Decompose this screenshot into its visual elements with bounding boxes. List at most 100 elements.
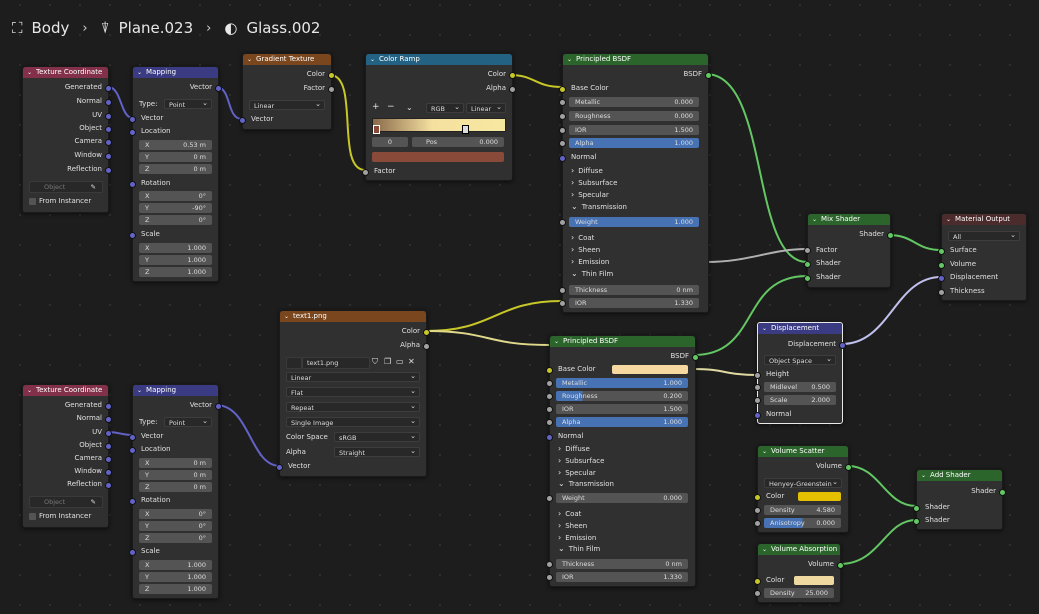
socket[interactable] bbox=[105, 416, 112, 423]
collapse-icon[interactable]: ⌄ bbox=[762, 446, 767, 457]
location-x[interactable]: X 0 m bbox=[139, 458, 212, 468]
checkbox-icon[interactable] bbox=[29, 197, 36, 205]
node-header[interactable]: ⌄ Texture Coordinate bbox=[23, 385, 108, 396]
node-texture-coordinate-2[interactable]: ⌄ Texture Coordinate Generated Normal UV … bbox=[22, 384, 112, 528]
socket[interactable] bbox=[509, 86, 516, 93]
open-folder-icon[interactable]: ▭ bbox=[396, 356, 404, 367]
socket[interactable] bbox=[105, 167, 112, 174]
panel-transmission[interactable]: Transmission bbox=[558, 478, 614, 489]
collapse-icon[interactable]: ⌄ bbox=[567, 54, 572, 65]
socket[interactable] bbox=[129, 129, 136, 136]
close-icon[interactable]: ✕ bbox=[408, 356, 415, 367]
scale-y[interactable]: Y 1.000 bbox=[139, 572, 212, 582]
breadcrumb-object[interactable]: Body bbox=[32, 19, 70, 37]
alpha-field[interactable]: Alpha 1.000 bbox=[556, 417, 688, 427]
collapse-icon[interactable]: ⌄ bbox=[27, 67, 32, 78]
interpolation-dropdown[interactable]: Linear bbox=[286, 371, 420, 382]
stop-color-swatch[interactable] bbox=[372, 152, 504, 162]
image-browse-icon[interactable] bbox=[286, 357, 302, 369]
socket[interactable] bbox=[804, 275, 811, 282]
stop-position[interactable]: Pos 0.000 bbox=[412, 137, 504, 147]
node-mapping-2[interactable]: ⌄ Mapping Vector Type: Point Vector Locat… bbox=[129, 384, 222, 599]
panel-diffuse[interactable]: Diffuse bbox=[571, 165, 603, 176]
rotation-x[interactable]: X 0° bbox=[139, 509, 212, 519]
scatter-color-swatch[interactable] bbox=[798, 492, 841, 501]
socket[interactable] bbox=[559, 300, 566, 307]
node-displacement[interactable]: ⌄ Displacement Displacement Object Space … bbox=[754, 322, 846, 424]
socket[interactable] bbox=[105, 482, 112, 489]
socket[interactable] bbox=[754, 578, 761, 585]
checkbox-icon[interactable] bbox=[29, 512, 36, 520]
type-dropdown[interactable]: Point bbox=[164, 98, 212, 109]
absorption-color-swatch[interactable] bbox=[794, 576, 834, 585]
socket[interactable] bbox=[129, 549, 136, 556]
color-ramp-gradient[interactable] bbox=[372, 118, 506, 132]
socket[interactable] bbox=[754, 507, 761, 514]
node-header[interactable]: ⌄ text1.png bbox=[280, 311, 426, 322]
socket[interactable] bbox=[129, 434, 136, 441]
collapse-icon[interactable]: ⌄ bbox=[554, 336, 559, 347]
node-add-shader[interactable]: ⌄ Add Shader Shader Shader Shader bbox=[913, 469, 1006, 530]
breadcrumb-material[interactable]: Glass.002 bbox=[246, 19, 320, 37]
socket[interactable] bbox=[754, 384, 761, 391]
ramp-stop-handle[interactable] bbox=[462, 125, 469, 134]
socket[interactable] bbox=[559, 99, 566, 106]
panel-coat[interactable]: Coat bbox=[571, 232, 594, 243]
node-volume-scatter[interactable]: ⌄ Volume Scatter Volume Henyey-Greenstein… bbox=[754, 445, 852, 533]
thin-film-ior-field[interactable]: IOR 1.330 bbox=[569, 298, 699, 308]
rotation-y[interactable]: Y 0° bbox=[139, 521, 212, 531]
node-principled-bsdf-2[interactable]: ⌄ Principled BSDF BSDF Base Color Metalli… bbox=[546, 335, 699, 587]
socket[interactable] bbox=[328, 86, 335, 93]
socket[interactable] bbox=[105, 443, 112, 450]
socket[interactable] bbox=[328, 72, 335, 79]
collapse-icon[interactable]: ⌄ bbox=[812, 214, 817, 225]
socket[interactable] bbox=[215, 85, 222, 92]
socket[interactable] bbox=[938, 248, 945, 255]
socket[interactable] bbox=[754, 590, 761, 597]
node-header[interactable]: ⌄ Volume Scatter bbox=[758, 446, 848, 457]
socket[interactable] bbox=[754, 372, 761, 379]
socket[interactable] bbox=[105, 153, 112, 160]
interpolation-dropdown[interactable]: Linear bbox=[466, 102, 506, 113]
from-instancer-checkbox[interactable]: From Instancer bbox=[29, 511, 91, 522]
socket[interactable] bbox=[559, 155, 566, 162]
node-header[interactable]: ⌄ Principled BSDF bbox=[563, 54, 708, 65]
color-mode-dropdown[interactable]: RGB bbox=[426, 102, 464, 113]
metallic-field[interactable]: Metallic 0.000 bbox=[569, 97, 699, 107]
socket[interactable] bbox=[804, 247, 811, 254]
socket[interactable] bbox=[105, 456, 112, 463]
object-field[interactable]: Object ✎ bbox=[29, 181, 103, 193]
image-name-field[interactable]: text1.png bbox=[302, 357, 370, 369]
collapse-icon[interactable]: ⌄ bbox=[137, 67, 142, 78]
socket[interactable] bbox=[546, 495, 553, 502]
socket[interactable] bbox=[837, 562, 844, 569]
socket[interactable] bbox=[559, 140, 566, 147]
from-instancer-checkbox[interactable]: From Instancer bbox=[29, 196, 91, 207]
socket[interactable] bbox=[754, 494, 761, 501]
node-principled-bsdf-1[interactable]: ⌄ Principled BSDF BSDF Base Color Metalli… bbox=[559, 53, 712, 313]
socket[interactable] bbox=[559, 113, 566, 120]
panel-thin-film[interactable]: Thin Film bbox=[558, 543, 601, 554]
socket[interactable] bbox=[692, 354, 699, 361]
rotation-z[interactable]: Z 0° bbox=[139, 533, 212, 543]
fake-user-icon[interactable]: ⛉ bbox=[372, 356, 378, 367]
socket[interactable] bbox=[129, 498, 136, 505]
socket[interactable] bbox=[546, 393, 553, 400]
panel-emission[interactable]: Emission bbox=[571, 256, 609, 267]
panel-specular[interactable]: Specular bbox=[571, 189, 609, 200]
anisotropy-field[interactable]: Anisotropy 0.000 bbox=[764, 518, 841, 528]
scale-y[interactable]: Y 1.000 bbox=[139, 255, 212, 265]
panel-sheen[interactable]: Sheen bbox=[558, 520, 587, 531]
socket[interactable] bbox=[105, 403, 112, 410]
socket[interactable] bbox=[559, 219, 566, 226]
alpha-field[interactable]: Alpha 1.000 bbox=[569, 138, 699, 148]
socket[interactable] bbox=[546, 367, 553, 374]
source-dropdown[interactable]: Single Image bbox=[286, 416, 420, 427]
socket[interactable] bbox=[559, 287, 566, 294]
node-header[interactable]: ⌄ Material Output bbox=[942, 214, 1026, 225]
density-field[interactable]: Density 4.580 bbox=[764, 505, 841, 515]
node-mapping-1[interactable]: ⌄ Mapping Vector Type: Point Vector Locat… bbox=[129, 66, 222, 282]
location-z[interactable]: Z 0 m bbox=[139, 482, 212, 492]
panel-subsurface[interactable]: Subsurface bbox=[558, 455, 604, 466]
phase-dropdown[interactable]: Henyey-Greenstein bbox=[764, 477, 842, 488]
